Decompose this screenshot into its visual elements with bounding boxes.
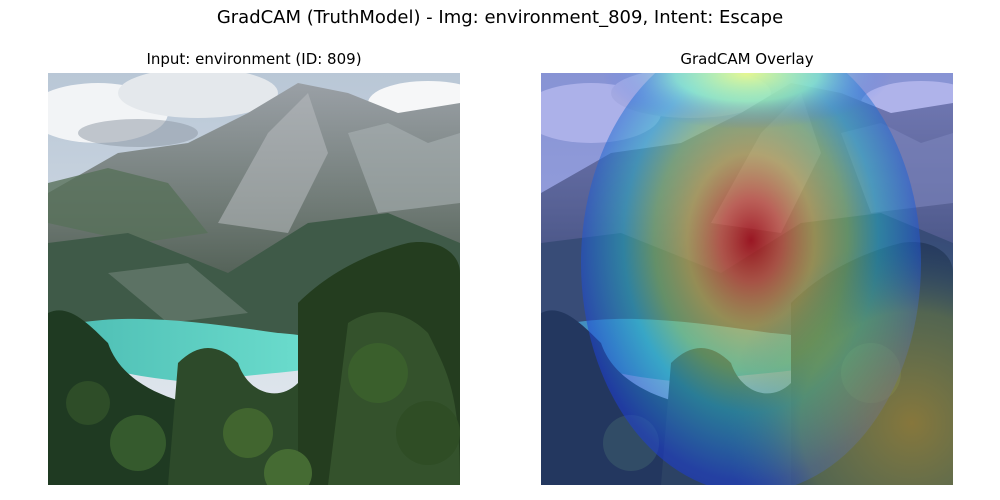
input-panel-title: Input: environment (ID: 809) — [146, 50, 362, 68]
input-panel: Input: environment (ID: 809) — [48, 49, 460, 485]
gradcam-heatmap-overlay — [541, 73, 953, 485]
overlay-panel-title: GradCAM Overlay — [680, 50, 814, 68]
figure-title: GradCAM (TruthModel) - Img: environment_… — [216, 7, 784, 28]
input-image — [48, 73, 460, 485]
gradcam-overlay-image — [541, 73, 953, 485]
mountain-lake-photo — [48, 73, 460, 485]
overlay-panel: GradCAM Overlay — [541, 49, 953, 485]
